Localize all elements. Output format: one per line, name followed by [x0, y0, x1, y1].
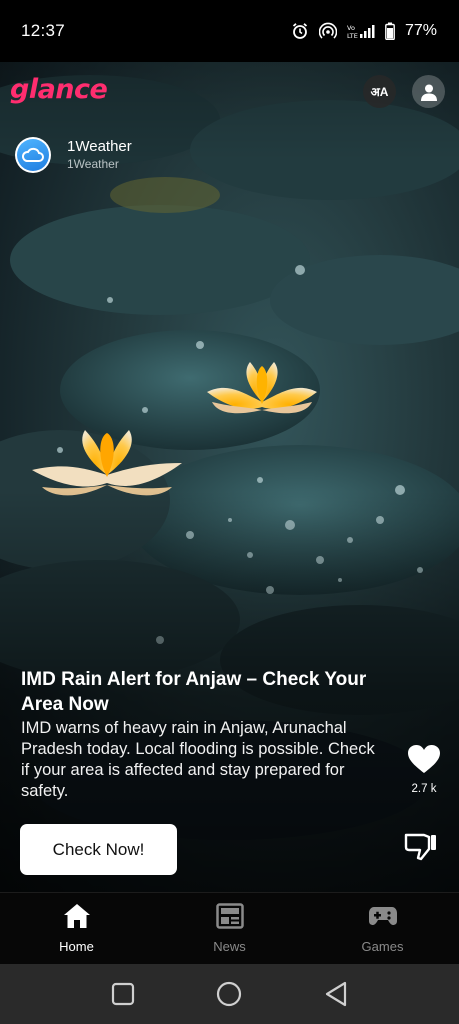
- home-icon: [63, 904, 90, 928]
- svg-text:LTE: LTE: [347, 32, 358, 39]
- like-count: 2.7 k: [411, 783, 437, 795]
- profile-icon: [420, 84, 437, 101]
- news-icon: [215, 903, 244, 929]
- alarm-icon: [292, 23, 308, 39]
- gamepad-icon: [368, 907, 397, 925]
- recents-icon: [112, 982, 135, 1006]
- article-headline[interactable]: IMD Rain Alert for Anjaw – Check Your Ar…: [21, 667, 401, 717]
- lockscreen: 12:37 Vo LTE 77% glance अA 1Weather 1Wea…: [0, 0, 459, 1024]
- language-button[interactable]: अA: [363, 75, 396, 108]
- back-icon: [325, 981, 346, 1007]
- content-source[interactable]: 1Weather 1Weather: [15, 137, 132, 173]
- nav-item-home[interactable]: Home: [0, 893, 153, 964]
- back-button[interactable]: [316, 974, 356, 1014]
- lte-signal-icon: Vo LTE: [347, 24, 375, 39]
- cloud-icon: [22, 147, 44, 162]
- nav-label-games: Games: [361, 939, 404, 954]
- source-text: 1Weather 1Weather: [67, 138, 132, 172]
- battery-percentage: 77%: [404, 22, 437, 39]
- article-description: IMD warns of heavy rain in Anjaw, Arunac…: [21, 719, 375, 800]
- source-subtitle: 1Weather: [67, 157, 119, 171]
- recents-button[interactable]: [103, 974, 143, 1014]
- nav-item-games[interactable]: Games: [306, 893, 459, 964]
- battery-icon: [385, 22, 395, 40]
- status-bar: 12:37 Vo LTE 77%: [0, 0, 459, 62]
- nav-label-home: Home: [59, 939, 94, 954]
- status-time: 12:37: [21, 21, 66, 40]
- profile-button[interactable]: [412, 75, 445, 108]
- system-navigation-bar: [0, 964, 459, 1024]
- like-button[interactable]: 2.7 k: [404, 744, 444, 795]
- svg-text:Vo: Vo: [347, 24, 355, 32]
- source-avatar: [15, 137, 51, 173]
- glance-logo: glance: [10, 74, 108, 105]
- nav-item-news[interactable]: News: [153, 893, 306, 964]
- nav-label-news: News: [213, 939, 246, 954]
- heart-icon: [408, 745, 440, 773]
- check-now-button[interactable]: Check Now!: [20, 824, 177, 875]
- status-icons: Vo LTE 77%: [291, 22, 437, 40]
- home-circle-icon: [217, 981, 242, 1007]
- system-home-button[interactable]: [209, 974, 249, 1014]
- language-icon: अA: [370, 85, 389, 99]
- bottom-navigation: Home News Games: [0, 892, 459, 964]
- dislike-button[interactable]: [404, 831, 438, 861]
- source-name: 1Weather: [67, 138, 132, 155]
- thumbs-down-icon: [404, 833, 436, 861]
- hotspot-icon: [318, 22, 337, 39]
